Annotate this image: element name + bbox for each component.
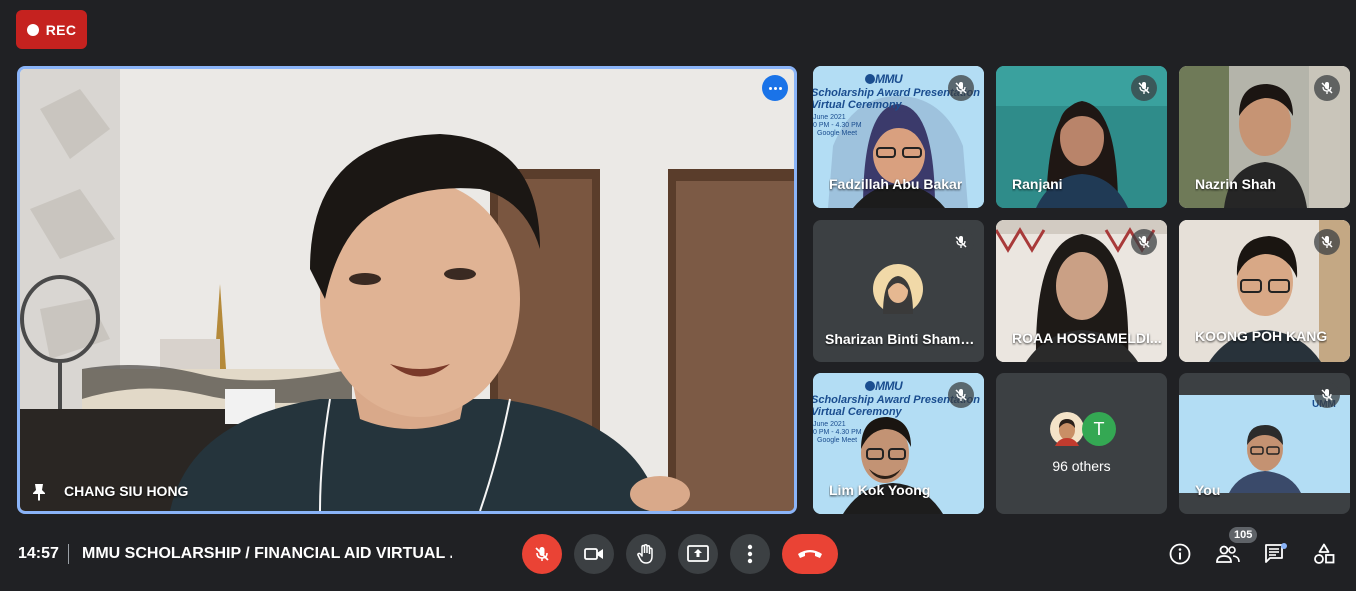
camera-toggle-button[interactable] [574, 534, 614, 574]
more-vert-icon [747, 544, 753, 564]
more-options-button[interactable] [730, 534, 770, 574]
banner-app: Google Meet [817, 130, 858, 137]
logo-text: MMU [875, 72, 903, 86]
banner-line2: Virtual Ceremony [813, 406, 902, 418]
banner-time: 0 PM - 4.30 PM [813, 122, 862, 129]
participant-name: Sharizan Binti Shamsu... [825, 331, 975, 347]
participant-name: Ranjani [1012, 176, 1063, 192]
leave-call-button[interactable] [782, 534, 838, 574]
microphone-toggle-button[interactable] [522, 534, 562, 574]
mic-off-indicator [1314, 229, 1340, 255]
record-dot-icon [26, 23, 39, 36]
mic-off-indicator [1131, 229, 1157, 255]
banner-date: June 2021 [813, 114, 846, 121]
participant-name: Fadzillah Abu Bakar [829, 176, 963, 192]
mic-off-indicator [948, 382, 974, 408]
mic-off-icon [1321, 82, 1333, 94]
pin-icon [33, 484, 45, 501]
mic-off-icon [1138, 82, 1150, 94]
meeting-title: MMU SCHOLARSHIP / FINANCIAL AID VIRTUAL … [82, 545, 452, 562]
mic-off-indicator [1314, 382, 1340, 408]
meeting-details-button[interactable] [1166, 540, 1194, 568]
participant-avatar [873, 264, 923, 314]
info-icon [1169, 543, 1191, 565]
dot-icon [773, 86, 777, 90]
mic-off-icon [955, 389, 967, 401]
mmu-logo: MMU [865, 72, 903, 86]
participants-button[interactable] [1214, 540, 1242, 568]
self-tile[interactable]: MMU You [1179, 373, 1350, 514]
participant-name: Lim Kok Yoong [829, 482, 931, 498]
mmu-logo: MMU [865, 379, 903, 393]
divider [68, 544, 69, 564]
banner-line2: Virtual Ceremony [813, 99, 902, 111]
raise-hand-button[interactable] [626, 534, 666, 574]
participant-count-badge: 105 [1229, 527, 1258, 543]
recording-indicator[interactable]: REC [16, 10, 87, 49]
participant-tile[interactable]: MMU Scholarship Award Presentation Virtu… [813, 373, 984, 514]
participant-tile[interactable]: Sharizan Binti Shamsu... [813, 220, 984, 362]
chat-button[interactable] [1262, 540, 1290, 568]
participant-tile[interactable]: KOONG POH KANG [1179, 220, 1350, 362]
main-speaker-tile[interactable]: CHANG SIU HONG [17, 66, 797, 514]
participant-tile[interactable]: Ranjani [996, 66, 1167, 208]
video-camera-icon [584, 548, 603, 560]
clock: 14:57 [18, 545, 59, 562]
participant-avatar-letter: T [1082, 412, 1116, 446]
participant-name: ROAA HOSSAMELDI... [1012, 330, 1162, 346]
chat-icon [1265, 543, 1287, 563]
mic-off-indicator [948, 229, 974, 255]
participant-avatar [1050, 412, 1084, 446]
bottom-toolbar: 14:57 MMU SCHOLARSHIP / FINANCIAL AID VI… [0, 520, 1356, 591]
participant-name: Nazrin Shah [1195, 176, 1276, 192]
mic-off-icon [535, 547, 549, 561]
mic-off-icon [1321, 236, 1333, 248]
others-count: 96 others [1052, 458, 1111, 474]
mic-off-icon [955, 82, 967, 94]
activities-icon [1314, 543, 1335, 564]
main-speaker-name: CHANG SIU HONG [64, 483, 189, 499]
mic-off-indicator [1314, 75, 1340, 101]
mic-off-indicator [948, 75, 974, 101]
participant-name: KOONG POH KANG [1195, 328, 1328, 344]
recording-label: REC [45, 21, 77, 38]
dot-icon [778, 86, 782, 90]
banner-date: June 2021 [813, 421, 846, 428]
participant-tile[interactable]: ROAA HOSSAMELDI... [996, 220, 1167, 362]
present-screen-icon [687, 545, 709, 562]
participant-tile[interactable]: Nazrin Shah [1179, 66, 1350, 208]
more-options-button[interactable] [762, 75, 788, 101]
meet-window: REC CHANG SIU HONG MMU Scholarship Award… [0, 0, 1356, 591]
others-tile[interactable]: T 96 others [996, 373, 1167, 514]
banner-app: Google Meet [817, 437, 858, 444]
self-name: You [1195, 482, 1221, 498]
mic-off-icon [1321, 389, 1333, 401]
mic-off-icon [1138, 236, 1150, 248]
speaker-video [20, 69, 794, 511]
hand-icon [637, 544, 653, 564]
participant-tile[interactable]: MMU Scholarship Award Presentation Virtu… [813, 66, 984, 208]
hang-up-icon [798, 550, 822, 558]
mic-off-icon [955, 236, 967, 248]
present-screen-button[interactable] [678, 534, 718, 574]
banner-time: 0 PM - 4.30 PM [813, 429, 862, 436]
activities-button[interactable] [1310, 540, 1338, 568]
logo-text: MMU [875, 379, 903, 393]
mic-off-indicator [1131, 75, 1157, 101]
people-icon [1216, 545, 1240, 563]
dot-icon [768, 86, 772, 90]
